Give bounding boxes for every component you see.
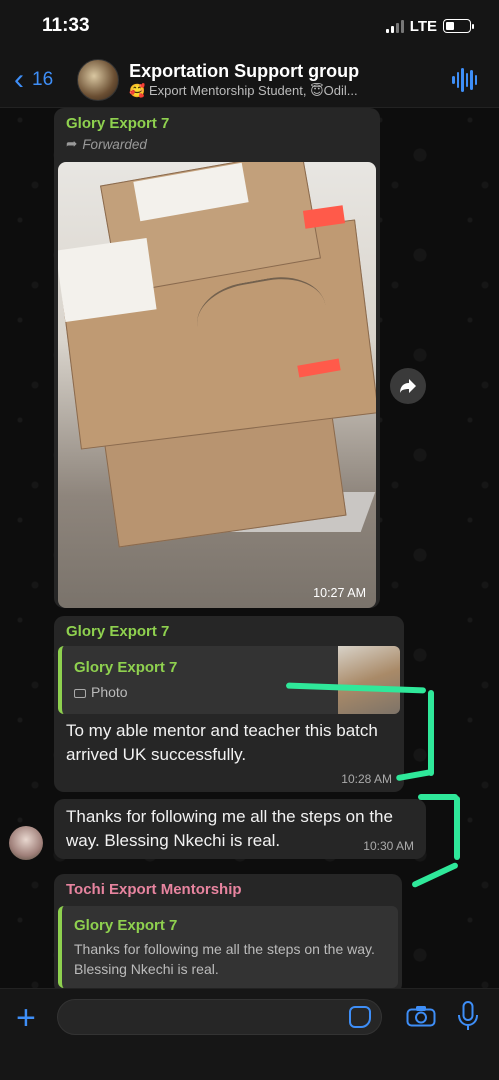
forwarded-label: ➦ Forwarded <box>66 136 169 152</box>
message-input[interactable] <box>57 999 382 1035</box>
quoted-message[interactable]: Glory Export 7 Thanks for following me a… <box>58 906 398 988</box>
sender-name: Tochi Export Mentorship <box>66 881 242 898</box>
unread-count: 16 <box>32 68 54 90</box>
audio-call-icon[interactable] <box>452 67 477 93</box>
chat-header: ‹ 16 Exportation Support group 🥰 Export … <box>0 52 499 108</box>
group-avatar[interactable] <box>77 58 120 101</box>
message-text: To my able mentor and teacher this batch… <box>66 721 378 764</box>
message-reply[interactable]: Tochi Export Mentorship Glory Export 7 T… <box>54 874 402 994</box>
photo-image[interactable]: 10:27 AM <box>58 162 376 608</box>
chevron-left-icon: ‹ <box>14 62 24 96</box>
quote-sender: Glory Export 7 <box>74 659 178 676</box>
forward-arrow-icon: ➦ <box>66 136 78 151</box>
status-time: 11:33 <box>42 15 90 36</box>
status-indicators: LTE <box>385 17 474 35</box>
quote-sender: Glory Export 7 <box>74 917 178 934</box>
sender-name: Glory Export 7 <box>66 623 170 640</box>
microphone-icon[interactable] <box>457 1001 479 1031</box>
camera-icon[interactable] <box>406 1005 436 1027</box>
share-arrow-icon <box>400 379 416 393</box>
quote-text: Photo <box>91 684 128 700</box>
message-reply[interactable]: Glory Export 7 Glory Export 7 Photo To m… <box>54 616 404 792</box>
attach-plus-icon[interactable]: + <box>16 1001 36 1035</box>
signal-icon <box>385 19 404 33</box>
group-info[interactable]: Exportation Support group 🥰 Export Mento… <box>129 61 429 99</box>
message-time: 10:30 AM <box>363 839 414 853</box>
group-title: Exportation Support group <box>129 60 360 81</box>
forward-button[interactable] <box>390 368 426 404</box>
message-text-bubble[interactable]: Thanks for following me all the steps on… <box>54 799 426 859</box>
message-time: 10:27 AM <box>313 586 366 600</box>
sender-name: Glory Export 7 <box>66 115 170 132</box>
composer-bar: + <box>0 988 499 1080</box>
status-bar: 11:33 LTE <box>0 0 499 52</box>
camera-icon <box>74 688 86 698</box>
sender-avatar[interactable] <box>9 826 43 860</box>
message-time: 10:28 AM <box>341 772 392 786</box>
network-label: LTE <box>409 17 437 35</box>
group-subtitle: 🥰 Export Mentorship Student, 😇Odil... <box>129 82 358 98</box>
quoted-message[interactable]: Glory Export 7 Photo <box>58 646 400 714</box>
sticker-icon[interactable] <box>349 1006 371 1028</box>
quote-text: Thanks for following me all the steps on… <box>74 941 375 977</box>
quote-thumbnail <box>338 646 400 714</box>
message-photo[interactable]: Glory Export 7 ➦ Forwarded 10:27 AM <box>54 108 380 608</box>
forwarded-text: Forwarded <box>82 136 147 152</box>
quote-content: Photo <box>74 684 128 700</box>
back-button[interactable]: ‹ 16 <box>14 62 54 96</box>
battery-icon <box>443 19 474 33</box>
